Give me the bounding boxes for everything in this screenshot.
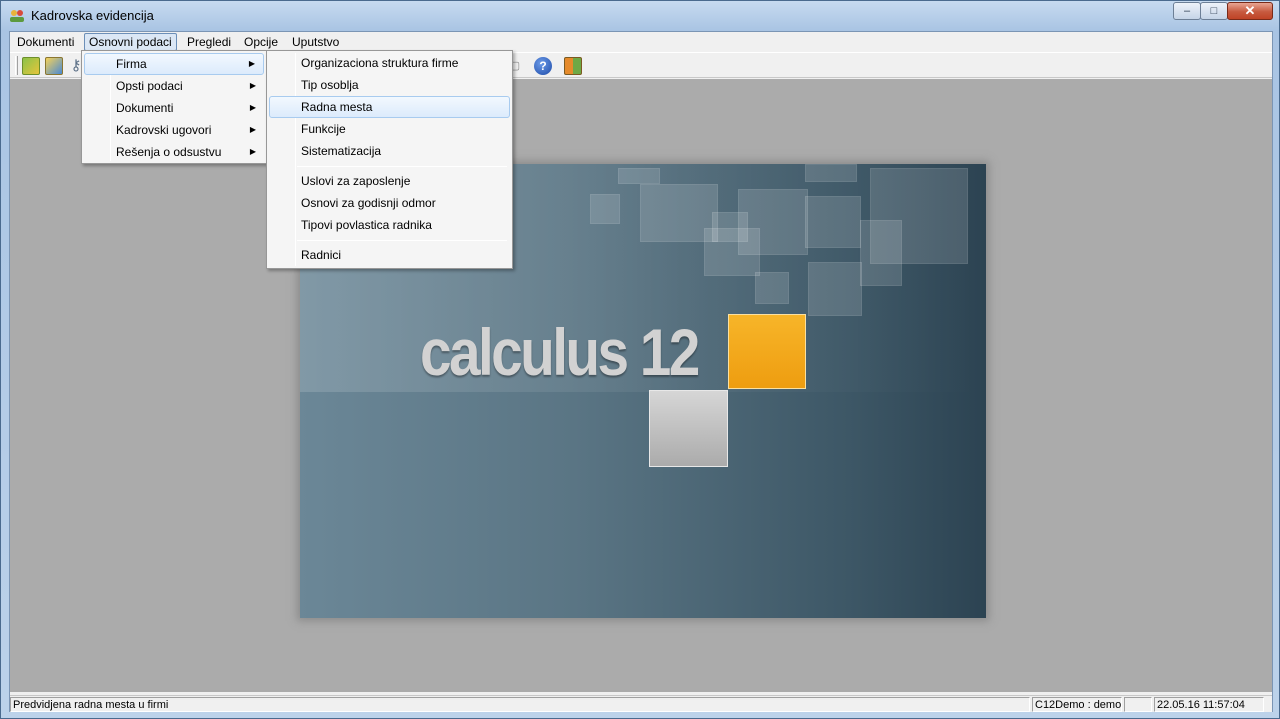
menu-separator <box>297 240 507 241</box>
toolbar-grip[interactable] <box>15 56 18 75</box>
help-icon[interactable]: ? <box>534 57 552 75</box>
submenu-item-organizaciona-struktura[interactable]: Organizaciona struktura firme <box>269 52 510 74</box>
menu-item-resenja-o-odsustvu[interactable]: Rešenja o odsustvu ▶ <box>84 141 264 163</box>
menu-item-label: Rešenja o odsustvu <box>116 145 222 159</box>
menu-item-opsti-podaci[interactable]: Opsti podaci ▶ <box>84 75 264 97</box>
minimize-button[interactable]: – <box>1173 2 1201 20</box>
window-title: Kadrovska evidencija <box>31 8 154 23</box>
menu-osnovni-podaci[interactable]: Osnovni podaci <box>84 33 177 51</box>
submenu-item-osnovi-za-godisnji-odmor[interactable]: Osnovi za godisnji odmor <box>269 192 510 214</box>
menu-item-label: Opsti podaci <box>116 79 183 93</box>
menu-item-kadrovski-ugovori[interactable]: Kadrovski ugovori ▶ <box>84 119 264 141</box>
submenu-arrow-icon: ▶ <box>249 81 256 90</box>
status-hint: Predvidjena radna mesta u firmi <box>10 697 1030 712</box>
submenu-item-uslovi-za-zaposlenje[interactable]: Uslovi za zaposlenje <box>269 170 510 192</box>
status-empty <box>1124 697 1152 712</box>
logo-text: calculus 12 <box>420 315 700 389</box>
menu-item-label: Firma <box>116 57 147 71</box>
menu-item-label: Dokumenti <box>116 101 174 115</box>
submenu-item-funkcije[interactable]: Funkcije <box>269 118 510 140</box>
submenu-item-radnici[interactable]: Radnici <box>269 244 510 266</box>
deco-square <box>755 272 789 304</box>
menu-item-dokumenti[interactable]: Dokumenti ▶ <box>84 97 264 119</box>
osnovni-podaci-menu: Firma ▶ Opsti podaci ▶ Dokumenti ▶ Kadro… <box>81 50 267 164</box>
submenu-item-sistematizacija[interactable]: Sistematizacija <box>269 140 510 162</box>
maximize-button[interactable]: □ <box>1200 2 1228 20</box>
menu-pregledi[interactable]: Pregledi <box>182 33 236 51</box>
settings-icon[interactable] <box>45 57 63 75</box>
firma-submenu: Organizaciona struktura firme Tip osoblj… <box>266 50 513 269</box>
close-button[interactable]: ✕ <box>1227 2 1273 20</box>
menu-uputstvo[interactable]: Uputstvo <box>287 33 344 51</box>
submenu-item-radna-mesta[interactable]: Radna mesta <box>269 96 510 118</box>
deco-square <box>805 196 861 248</box>
title-bar[interactable]: Kadrovska evidencija – □ ✕ <box>1 1 1279 31</box>
app-icon <box>9 9 25 23</box>
menu-separator <box>297 166 507 167</box>
menu-bar: Dokumenti Osnovni podaci Pregledi Opcije… <box>10 32 1272 52</box>
submenu-arrow-icon: ▶ <box>249 125 256 134</box>
open-icon[interactable] <box>22 57 40 75</box>
submenu-arrow-icon: ▶ <box>248 59 255 68</box>
menu-item-label: Kadrovski ugovori <box>116 123 212 137</box>
menu-opcije[interactable]: Opcije <box>239 33 283 51</box>
mdi-workspace: calculus 12 <box>10 79 1272 692</box>
logo-gray-square <box>649 390 728 467</box>
status-user: C12Demo : demo <box>1032 697 1122 712</box>
menu-dokumenti[interactable]: Dokumenti <box>12 33 79 51</box>
submenu-item-tip-osoblja[interactable]: Tip osoblja <box>269 74 510 96</box>
menu-item-firma[interactable]: Firma ▶ <box>84 53 264 75</box>
exit-icon[interactable] <box>564 57 582 75</box>
deco-square <box>808 262 862 316</box>
submenu-item-tipovi-povlastica[interactable]: Tipovi povlastica radnika <box>269 214 510 236</box>
deco-square <box>618 168 660 184</box>
submenu-arrow-icon: ▶ <box>249 147 256 156</box>
deco-square <box>870 168 968 264</box>
status-bar: Predvidjena radna mesta u firmi C12Demo … <box>10 695 1272 712</box>
deco-square <box>590 194 620 224</box>
submenu-arrow-icon: ▶ <box>249 103 256 112</box>
deco-square <box>704 228 760 276</box>
logo-orange-square <box>728 314 806 389</box>
deco-square <box>805 164 857 182</box>
status-datetime: 22.05.16 11:57:04 <box>1154 697 1264 712</box>
